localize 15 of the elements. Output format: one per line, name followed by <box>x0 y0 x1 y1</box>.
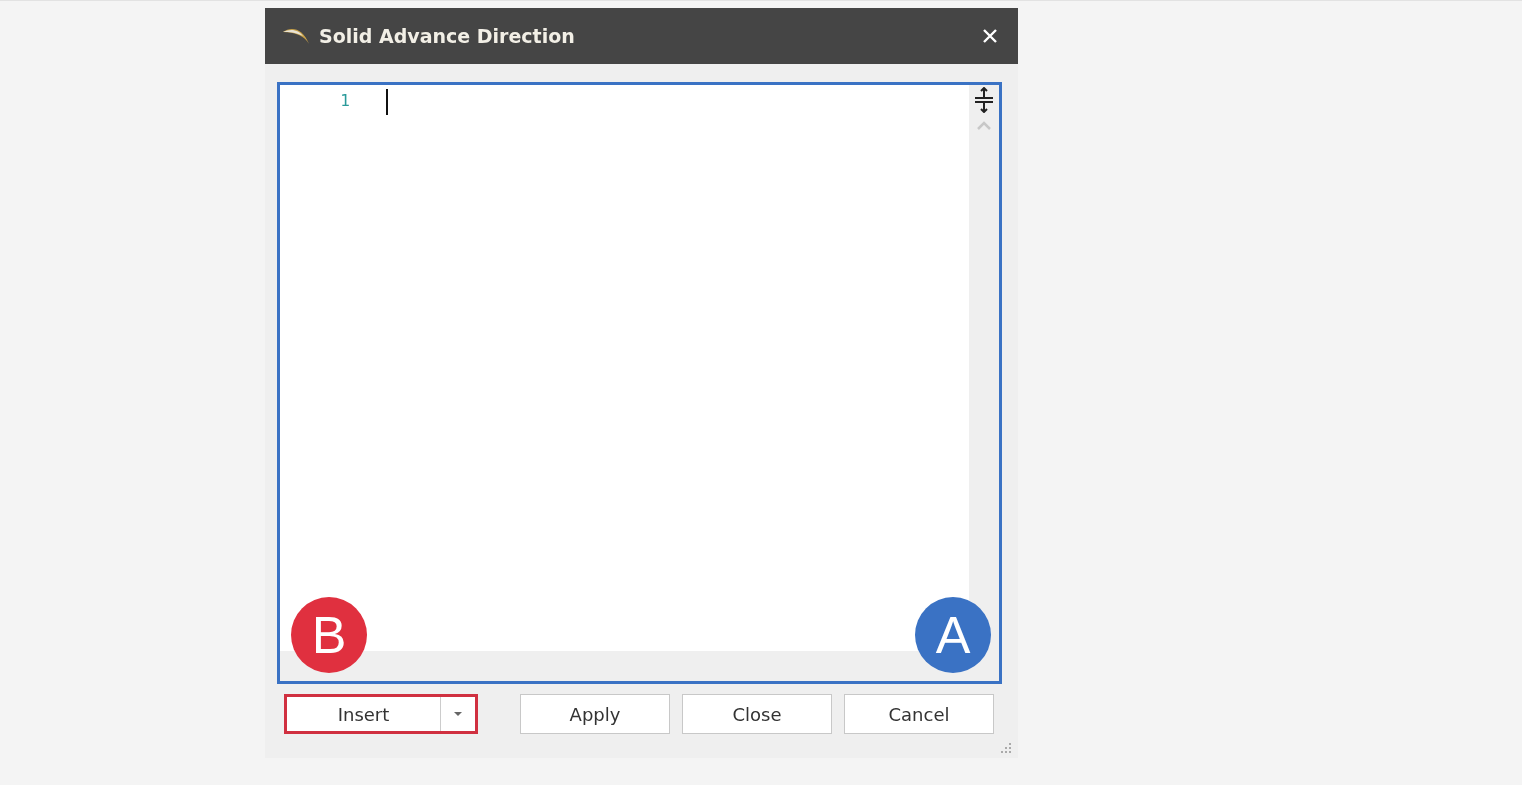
split-icon[interactable] <box>973 87 995 113</box>
code-editor[interactable]: 1 B A <box>277 82 1002 684</box>
callout-badge: B <box>291 597 367 673</box>
vertical-scrollbar[interactable] <box>969 85 999 651</box>
line-number: 1 <box>340 91 350 110</box>
dialog-button[interactable]: Cancel <box>844 694 994 734</box>
dialog-button[interactable]: Close <box>682 694 832 734</box>
resize-grip-icon[interactable] <box>1000 742 1012 754</box>
caret-icon[interactable] <box>453 711 463 717</box>
close-icon[interactable] <box>982 28 998 44</box>
horizontal-scrollbar[interactable] <box>280 651 999 681</box>
window-title: Solid Advance Direction <box>319 25 575 47</box>
insert-split-button[interactable]: Insert <box>284 694 478 734</box>
dialog-button[interactable]: Apply <box>520 694 670 734</box>
text-cursor <box>386 89 388 115</box>
